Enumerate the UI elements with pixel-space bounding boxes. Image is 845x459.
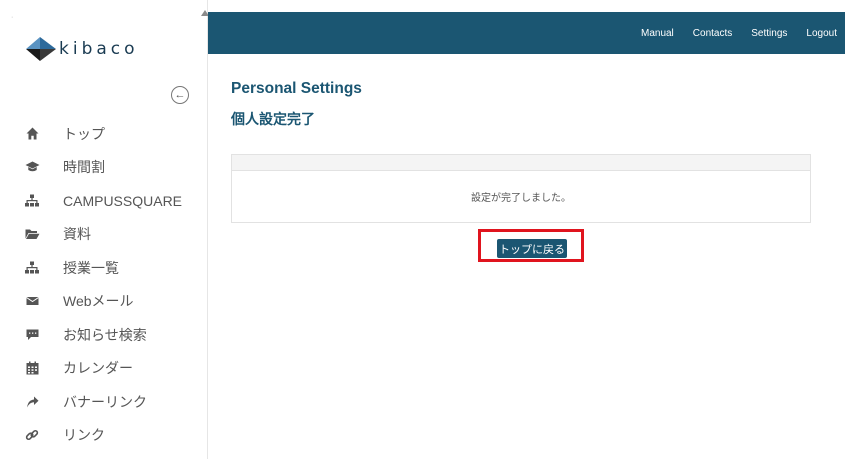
result-panel: 設定が完了しました。 — [231, 154, 811, 223]
sidebar-item-materials[interactable]: 資料 — [22, 218, 182, 252]
header-link-logout[interactable]: Logout — [806, 28, 837, 39]
envelope-icon — [22, 291, 42, 311]
sidebar-item-label: リンク — [63, 427, 105, 444]
sidebar-item-label: カレンダー — [63, 360, 133, 377]
panel-body: 設定が完了しました。 — [232, 171, 810, 222]
sitemap-icon — [22, 258, 42, 278]
sidebar-item-notice-search[interactable]: お知らせ検索 — [22, 318, 182, 352]
sidebar-item-timetable[interactable]: 時間割 — [22, 151, 182, 185]
sidebar-item-label: CAMPUSSQUARE — [63, 192, 183, 209]
sidebar: · kibaco ← トップ 時間割 CAMPUSSQUARE 資料 授業一覧 … — [0, 0, 209, 459]
header-bar: Manual Contacts Settings Logout — [208, 12, 845, 54]
kibaco-logo-icon — [26, 37, 56, 61]
sidebar-item-label: 資料 — [63, 226, 91, 243]
home-icon — [22, 124, 42, 144]
sidebar-item-top[interactable]: トップ — [22, 117, 182, 151]
sidebar-item-label: Webメール — [63, 293, 134, 310]
sidebar-item-course-list[interactable]: 授業一覧 — [22, 251, 182, 285]
arrow-icon — [22, 392, 42, 412]
graduation-cap-icon — [22, 157, 42, 177]
comment-icon — [22, 325, 42, 345]
sidebar-nav: トップ 時間割 CAMPUSSQUARE 資料 授業一覧 Webメール お知らせ… — [22, 117, 182, 452]
logo[interactable]: kibaco — [26, 35, 139, 63]
sidebar-item-label: お知らせ検索 — [63, 326, 147, 343]
folder-open-icon — [22, 224, 42, 244]
header-link-contacts[interactable]: Contacts — [693, 28, 732, 39]
sidebar-item-campussquare[interactable]: CAMPUSSQUARE — [22, 184, 182, 218]
corner-mark: · — [11, 14, 14, 21]
collapse-sidebar-button[interactable]: ← — [171, 86, 189, 104]
header-link-manual[interactable]: Manual — [641, 28, 674, 39]
sidebar-item-banner-links[interactable]: バナーリンク — [22, 385, 182, 419]
back-to-top-button[interactable]: トップに戻る — [497, 239, 567, 258]
sidebar-item-links[interactable]: リンク — [22, 419, 182, 453]
header-nav: Manual Contacts Settings Logout — [622, 12, 837, 54]
sidebar-item-label: 時間割 — [63, 159, 105, 176]
page-title: Personal Settings — [231, 80, 362, 97]
arrow-left-icon: ← — [174, 88, 186, 101]
page-subtitle: 個人設定完了 — [231, 111, 315, 127]
sitemap-icon — [22, 191, 42, 211]
header-link-settings[interactable]: Settings — [751, 28, 787, 39]
sidebar-item-label: 授業一覧 — [63, 259, 119, 276]
panel-header — [232, 155, 810, 171]
completion-message: 設定が完了しました。 — [471, 193, 571, 204]
sidebar-item-webmail[interactable]: Webメール — [22, 285, 182, 319]
sidebar-item-label: バナーリンク — [63, 393, 147, 410]
sidebar-item-label: トップ — [63, 125, 105, 142]
sidebar-item-calendar[interactable]: カレンダー — [22, 352, 182, 386]
calendar-icon — [22, 358, 42, 378]
link-icon — [22, 425, 42, 445]
logo-text: kibaco — [59, 39, 139, 59]
